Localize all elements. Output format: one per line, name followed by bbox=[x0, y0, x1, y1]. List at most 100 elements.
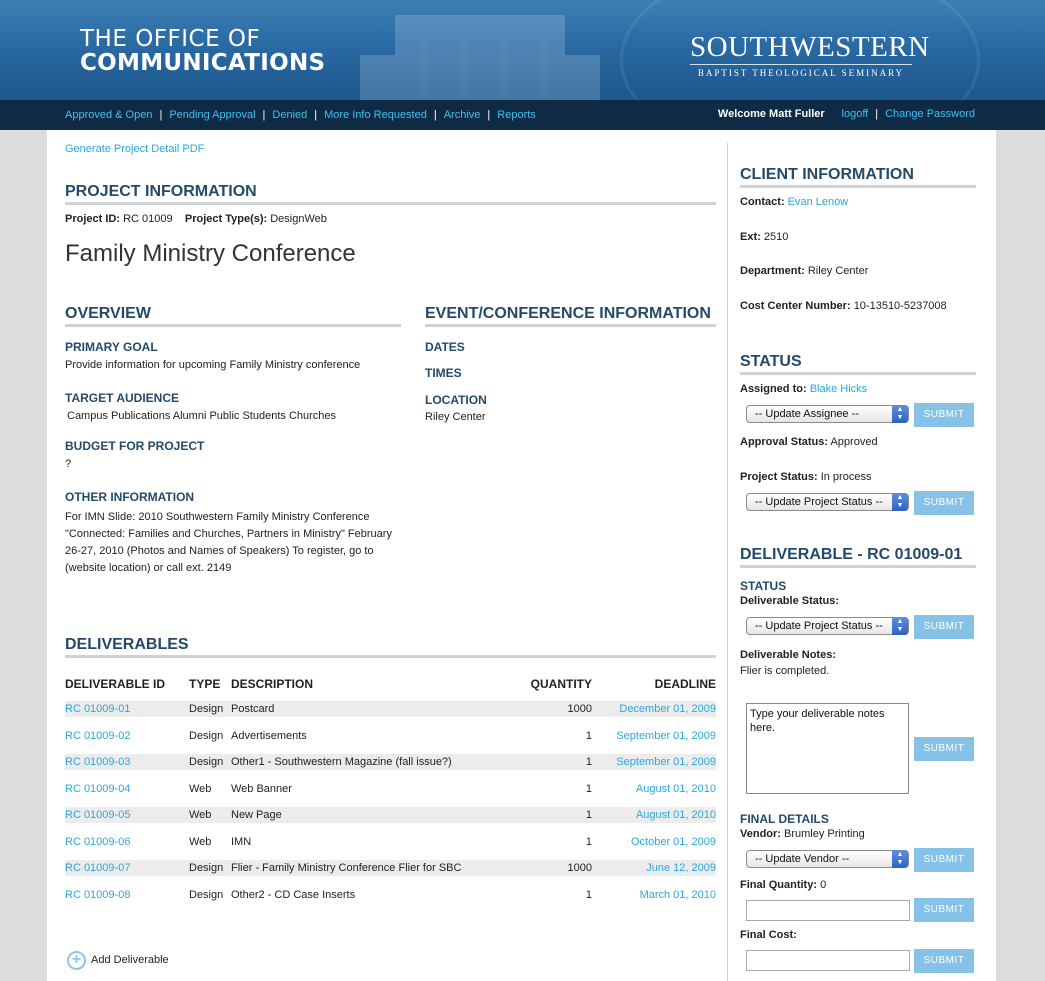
assigned-link[interactable]: Blake Hicks bbox=[810, 383, 867, 395]
nav-separator: | bbox=[314, 109, 318, 121]
contact-link[interactable]: Evan Lenow bbox=[788, 196, 849, 208]
department-value: Riley Center bbox=[807, 265, 869, 277]
nav-separator: | bbox=[487, 109, 491, 121]
nav-separator: | bbox=[159, 109, 163, 121]
ext-value: 2510 bbox=[763, 231, 789, 243]
add-deliverable-icon[interactable]: + bbox=[67, 951, 86, 970]
vendor-select[interactable]: -- Update Vendor -- ▲ ▼ bbox=[746, 850, 909, 868]
deliverable-status-select-value: -- Update Project Status -- bbox=[755, 620, 883, 632]
final-quantity-input[interactable] bbox=[746, 900, 910, 921]
vendor-submit-button[interactable]: SUBMIT bbox=[914, 848, 974, 872]
final-quantity-label: Final Quantity: bbox=[740, 879, 817, 891]
final-quantity-submit-button[interactable]: SUBMIT bbox=[914, 898, 974, 922]
table-row: RC 01009-07 Design Flier - Family Minist… bbox=[65, 860, 716, 887]
assignee-submit-button[interactable]: SUBMIT bbox=[914, 403, 974, 427]
other-info-value: For IMN Slide: 2010 Southwestern Family … bbox=[65, 509, 392, 577]
select-arrows-icon: ▲ ▼ bbox=[892, 850, 908, 868]
budget-value: ? bbox=[65, 458, 72, 470]
deliverable-deadline: December 01, 2009 bbox=[619, 703, 716, 715]
department-label: Department: bbox=[740, 265, 805, 277]
approval-value: Approved bbox=[830, 436, 878, 448]
col-deliverable-id: DELIVERABLE ID bbox=[65, 677, 166, 691]
deliverable-notes-label: Deliverable Notes: bbox=[740, 649, 836, 661]
nav-separator: | bbox=[831, 108, 835, 120]
select-arrows-icon: ▲ ▼ bbox=[892, 493, 908, 511]
project-id-label: Project ID: bbox=[65, 213, 121, 225]
final-details-heading: FINAL DETAILS bbox=[740, 812, 829, 826]
deliverable-description: Web Banner bbox=[231, 782, 292, 795]
deliverable-description: Other2 - CD Case Inserts bbox=[231, 888, 356, 901]
project-status-select-value: -- Update Project Status -- bbox=[755, 496, 883, 508]
other-info-label: OTHER INFORMATION bbox=[65, 490, 195, 504]
vendor-line: Vendor: Brumley Printing bbox=[740, 828, 865, 840]
deliverable-notes-textarea[interactable]: Type your deliverable notes here. bbox=[746, 703, 909, 794]
overview-heading: OVERVIEW bbox=[65, 305, 151, 322]
location-value: Riley Center bbox=[425, 411, 486, 423]
project-type-value: DesignWeb bbox=[270, 213, 327, 225]
final-cost-input[interactable] bbox=[746, 950, 910, 971]
header-banner: THE OFFICE OF COMMUNICATIONS SOUTHWESTER… bbox=[0, 0, 1045, 100]
office-title-line1: THE OFFICE OF bbox=[80, 26, 261, 52]
other-info-line: "Connected: Families and Churches, Partn… bbox=[65, 528, 392, 540]
deliverable-notes-value: Flier is completed. bbox=[740, 665, 830, 677]
deliverable-description: Postcard bbox=[231, 703, 275, 715]
project-status-select[interactable]: -- Update Project Status -- ▲ ▼ bbox=[746, 493, 909, 511]
generate-pdf-link[interactable]: Generate Project Detail PDF bbox=[65, 143, 204, 155]
nav-reports[interactable]: Reports bbox=[497, 109, 536, 121]
deliverable-status-heading: STATUS bbox=[740, 579, 787, 593]
primary-goal-label: PRIMARY GOAL bbox=[65, 340, 158, 354]
deliverable-notes-submit-button[interactable]: SUBMIT bbox=[914, 737, 974, 761]
status-heading: STATUS bbox=[740, 353, 802, 370]
deliverable-quantity: 1 bbox=[585, 729, 592, 742]
deliverable-status-select[interactable]: -- Update Project Status -- ▲ ▼ bbox=[746, 617, 909, 635]
deliverable-id-link[interactable]: RC 01009-07 bbox=[65, 862, 130, 874]
other-info-line: (website location) or call ext. 2149 bbox=[65, 562, 232, 574]
logoff-link[interactable]: logoff bbox=[842, 108, 869, 120]
office-title: THE OFFICE OF COMMUNICATIONS bbox=[80, 27, 325, 75]
deliverable-id-link[interactable]: RC 01009-06 bbox=[65, 836, 130, 848]
add-deliverable-link[interactable]: Add Deliverable bbox=[91, 954, 169, 966]
building-image bbox=[300, 0, 720, 100]
deliverable-id-link[interactable]: RC 01009-01 bbox=[65, 703, 130, 715]
deliverable-id-link[interactable]: RC 01009-08 bbox=[65, 889, 130, 901]
deliverable-type: Design bbox=[189, 862, 224, 874]
table-row: RC 01009-08 Design Other2 - CD Case Inse… bbox=[65, 887, 716, 914]
deliverable-id-link[interactable]: RC 01009-05 bbox=[65, 809, 130, 821]
heading-rule bbox=[740, 372, 976, 375]
project-id-value: RC 01009 bbox=[123, 213, 173, 225]
change-password-link[interactable]: Change Password bbox=[885, 108, 975, 120]
deliverable-type: Web bbox=[189, 809, 212, 821]
ext-line: Ext: 2510 bbox=[740, 231, 788, 243]
nav-pending-approval[interactable]: Pending Approval bbox=[169, 109, 255, 121]
deliverable-id-link[interactable]: RC 01009-04 bbox=[65, 783, 130, 795]
approval-label: Approval Status: bbox=[740, 436, 829, 448]
deliverable-description: New Page bbox=[231, 809, 282, 821]
cost-center-label: Cost Center Number: bbox=[740, 300, 851, 312]
nav-approved-open[interactable]: Approved & Open bbox=[65, 109, 152, 121]
deliverable-status-submit-button[interactable]: SUBMIT bbox=[914, 615, 974, 639]
deliverable-description: Advertisements bbox=[231, 729, 307, 742]
table-row: RC 01009-03 Design Other1 - Southwestern… bbox=[65, 754, 716, 781]
ext-label: Ext: bbox=[740, 231, 761, 243]
deliverables-heading: DELIVERABLES bbox=[65, 636, 189, 653]
cost-center-value: 10-13510-5237008 bbox=[853, 300, 947, 312]
deliverable-description: Other1 - Southwestern Magazine (fall iss… bbox=[231, 756, 452, 768]
heading-rule bbox=[425, 324, 716, 327]
contact-label: Contact: bbox=[740, 196, 785, 208]
project-status-value: In process bbox=[820, 471, 872, 483]
project-title: Family Ministry Conference bbox=[65, 240, 356, 267]
deliverable-id-link[interactable]: RC 01009-02 bbox=[65, 730, 130, 742]
final-cost-submit-button[interactable]: SUBMIT bbox=[914, 949, 974, 973]
nav-archive[interactable]: Archive bbox=[444, 109, 481, 121]
project-info-heading: PROJECT INFORMATION bbox=[65, 183, 257, 200]
deliverable-type: Design bbox=[189, 703, 224, 715]
nav-more-info-requested[interactable]: More Info Requested bbox=[324, 109, 427, 121]
assignee-select[interactable]: -- Update Assignee -- ▲ ▼ bbox=[746, 405, 909, 423]
southwestern-logo: SOUTHWESTERN BAPTIST THEOLOGICAL SEMINAR… bbox=[690, 32, 929, 78]
nav-denied[interactable]: Denied bbox=[272, 109, 307, 121]
deliverable-id-link[interactable]: RC 01009-03 bbox=[65, 756, 130, 768]
brand-subtitle: BAPTIST THEOLOGICAL SEMINARY bbox=[697, 68, 905, 78]
select-arrows-icon: ▲ ▼ bbox=[892, 405, 908, 423]
welcome-text: Welcome Matt Fuller bbox=[717, 108, 825, 120]
project-status-submit-button[interactable]: SUBMIT bbox=[914, 491, 974, 515]
